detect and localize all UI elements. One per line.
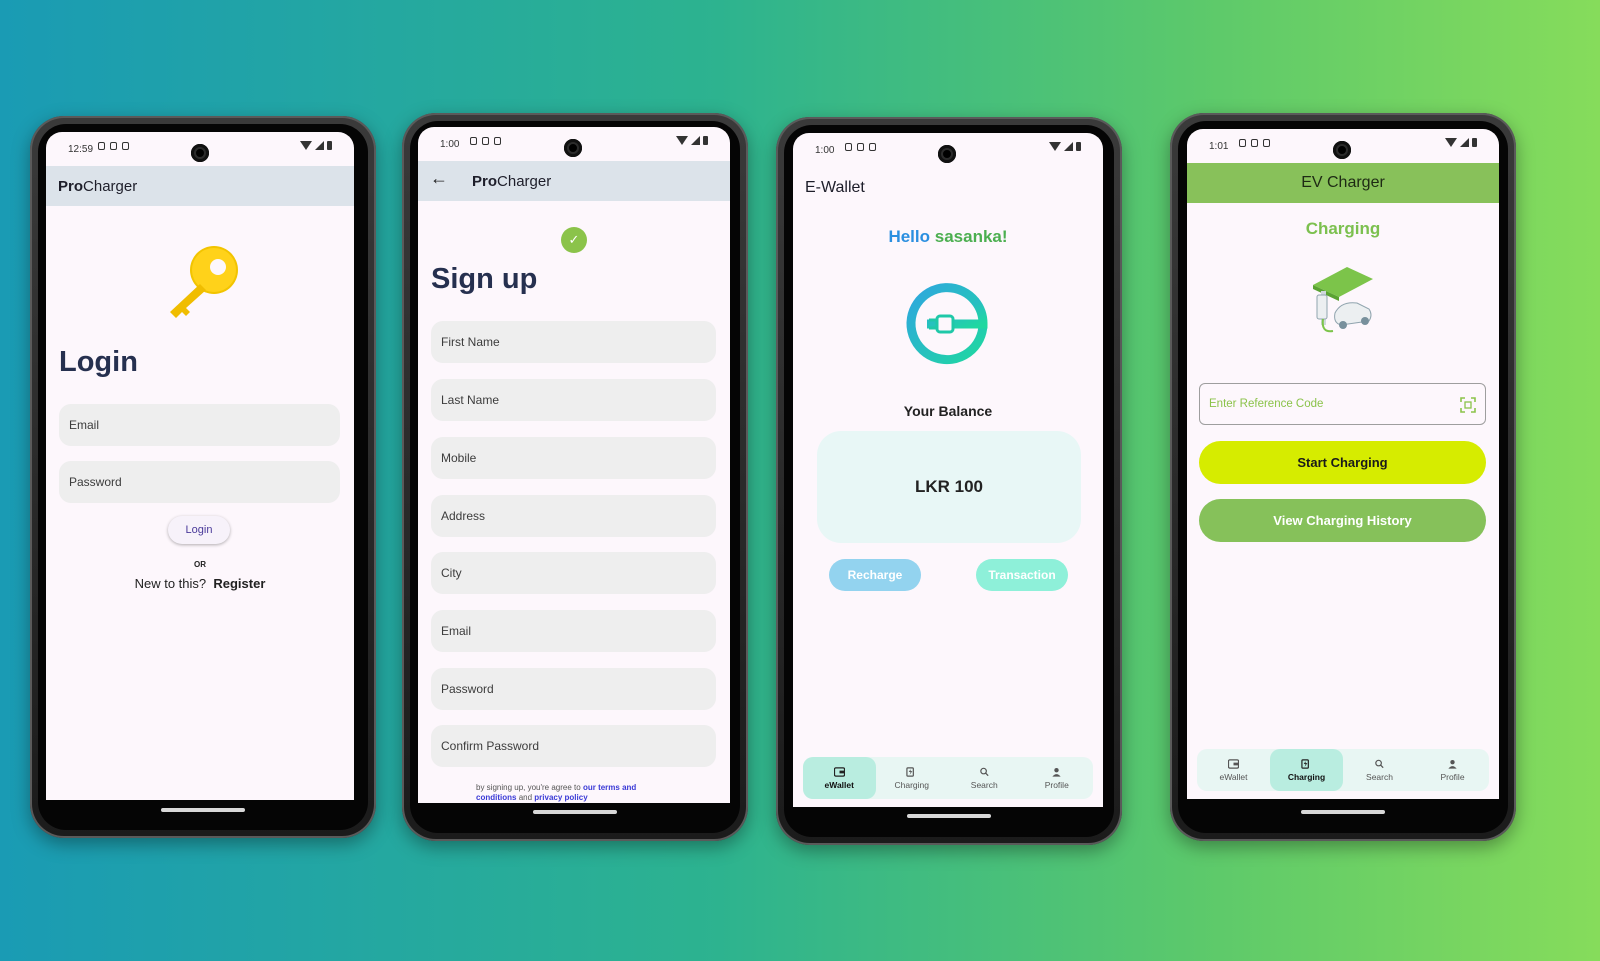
privacy-link[interactable]: privacy policy [534, 793, 587, 802]
phone-login: 12:59 ProCharger Login Email Password Lo… [30, 116, 376, 838]
nav-profile[interactable]: Profile [1416, 749, 1489, 791]
wallet-icon [1228, 758, 1239, 769]
balance-card: LKR 100 [817, 431, 1081, 543]
camera-cutout [938, 145, 956, 163]
nav-ewallet[interactable]: eWallet [803, 757, 876, 799]
phone-signup: 1:00 ← ProCharger ✓ Sign up First Name L… [402, 113, 748, 841]
wallet-screen: 1:00 E-Wallet Hello sasanka! Your Balanc… [793, 133, 1103, 807]
login-button[interactable]: Login [168, 516, 230, 544]
terms-text: by signing up, you're agree to our terms… [476, 783, 637, 802]
app-bar: E-Wallet [793, 167, 1103, 207]
app-title: ProCharger [472, 173, 552, 190]
back-arrow-icon[interactable]: ← [430, 168, 448, 189]
reference-code-input[interactable]: Enter Reference Code [1199, 383, 1486, 425]
password-field[interactable]: Password [59, 461, 340, 503]
e-logo-icon [906, 283, 988, 365]
login-screen: 12:59 ProCharger Login Email Password Lo… [46, 132, 354, 800]
app-title: ProCharger [58, 178, 138, 195]
nav-search[interactable]: Search [948, 757, 1021, 799]
wallet-icon [833, 766, 845, 777]
view-history-button[interactable]: View Charging History [1199, 499, 1486, 542]
phone-charger: 1:01 EV Charger Charging Enter Reference… [1170, 113, 1516, 841]
recharge-button[interactable]: Recharge [829, 559, 921, 591]
mobile-field[interactable]: Mobile [431, 437, 716, 479]
search-icon [979, 767, 989, 776]
register-link[interactable]: Register [213, 576, 265, 591]
app-bar: ProCharger [46, 166, 354, 206]
app-title: EV Charger [1301, 174, 1385, 191]
charging-station-icon [1313, 267, 1373, 333]
nav-charging[interactable]: Charging [876, 757, 949, 799]
status-icons [845, 143, 876, 151]
camera-cutout [1333, 141, 1351, 159]
status-time: 1:00 [815, 145, 835, 156]
search-icon [1375, 759, 1384, 768]
charging-icon [1301, 758, 1309, 769]
home-indicator[interactable] [161, 808, 245, 812]
login-heading: Login [59, 346, 138, 378]
status-icons [1239, 139, 1270, 147]
charger-screen: 1:01 EV Charger Charging Enter Reference… [1187, 129, 1499, 799]
greeting: Hello sasanka! [888, 227, 1008, 246]
register-prompt: New to this? Register [134, 576, 266, 591]
profile-icon [1052, 767, 1061, 777]
nav-ewallet[interactable]: eWallet [1197, 749, 1270, 791]
home-indicator[interactable] [533, 810, 617, 814]
status-time: 12:59 [68, 144, 94, 155]
or-divider-text: OR [194, 560, 206, 569]
balance-label: Your Balance [903, 403, 993, 419]
app-bar: ← ProCharger [418, 161, 730, 201]
email-field[interactable]: Email [431, 610, 716, 652]
home-indicator[interactable] [1301, 810, 1385, 814]
signal-icons [676, 136, 708, 145]
status-time: 1:00 [440, 139, 460, 150]
nav-search[interactable]: Search [1343, 749, 1416, 791]
app-title: E-Wallet [805, 179, 865, 196]
home-indicator[interactable] [907, 814, 991, 818]
signal-icons [1445, 138, 1477, 147]
confirm-password-field[interactable]: Confirm Password [431, 725, 716, 767]
first-name-field[interactable]: First Name [431, 321, 716, 363]
camera-cutout [564, 139, 582, 157]
signup-screen: 1:00 ← ProCharger ✓ Sign up First Name L… [418, 127, 730, 803]
status-time: 1:01 [1209, 141, 1229, 152]
charging-heading: Charging [1305, 219, 1381, 238]
bottom-nav: eWallet Charging Search Profile [803, 757, 1093, 799]
password-field[interactable]: Password [431, 668, 716, 710]
status-icons [470, 137, 501, 145]
profile-icon [1448, 759, 1457, 769]
balance-value: LKR 100 [914, 477, 984, 496]
charging-icon [906, 766, 915, 777]
nav-charging[interactable]: Charging [1270, 749, 1343, 791]
check-badge-icon: ✓ [561, 227, 587, 253]
transaction-button[interactable]: Transaction [976, 559, 1068, 591]
signal-icons [300, 141, 332, 150]
city-field[interactable]: City [431, 552, 716, 594]
nav-profile[interactable]: Profile [1021, 757, 1094, 799]
camera-cutout [191, 144, 209, 162]
signal-icons [1049, 142, 1081, 151]
app-bar: EV Charger [1187, 163, 1499, 203]
bottom-nav: eWallet Charging Search Profile [1197, 749, 1489, 791]
key-icon [170, 246, 238, 318]
qr-scan-icon[interactable] [1460, 397, 1476, 413]
email-field[interactable]: Email [59, 404, 340, 446]
last-name-field[interactable]: Last Name [431, 379, 716, 421]
phone-wallet: 1:00 E-Wallet Hello sasanka! Your Balanc… [776, 117, 1122, 845]
status-icons [98, 142, 129, 150]
signup-heading: Sign up [431, 263, 538, 295]
address-field[interactable]: Address [431, 495, 716, 537]
start-charging-button[interactable]: Start Charging [1199, 441, 1486, 484]
